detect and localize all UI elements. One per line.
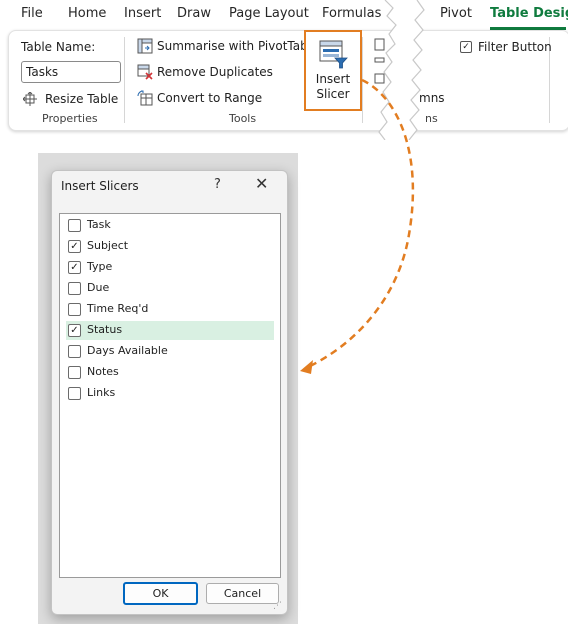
callout-arrow — [300, 78, 415, 374]
dashed-arrow-line — [305, 78, 415, 370]
arrow-head-icon — [300, 360, 313, 374]
